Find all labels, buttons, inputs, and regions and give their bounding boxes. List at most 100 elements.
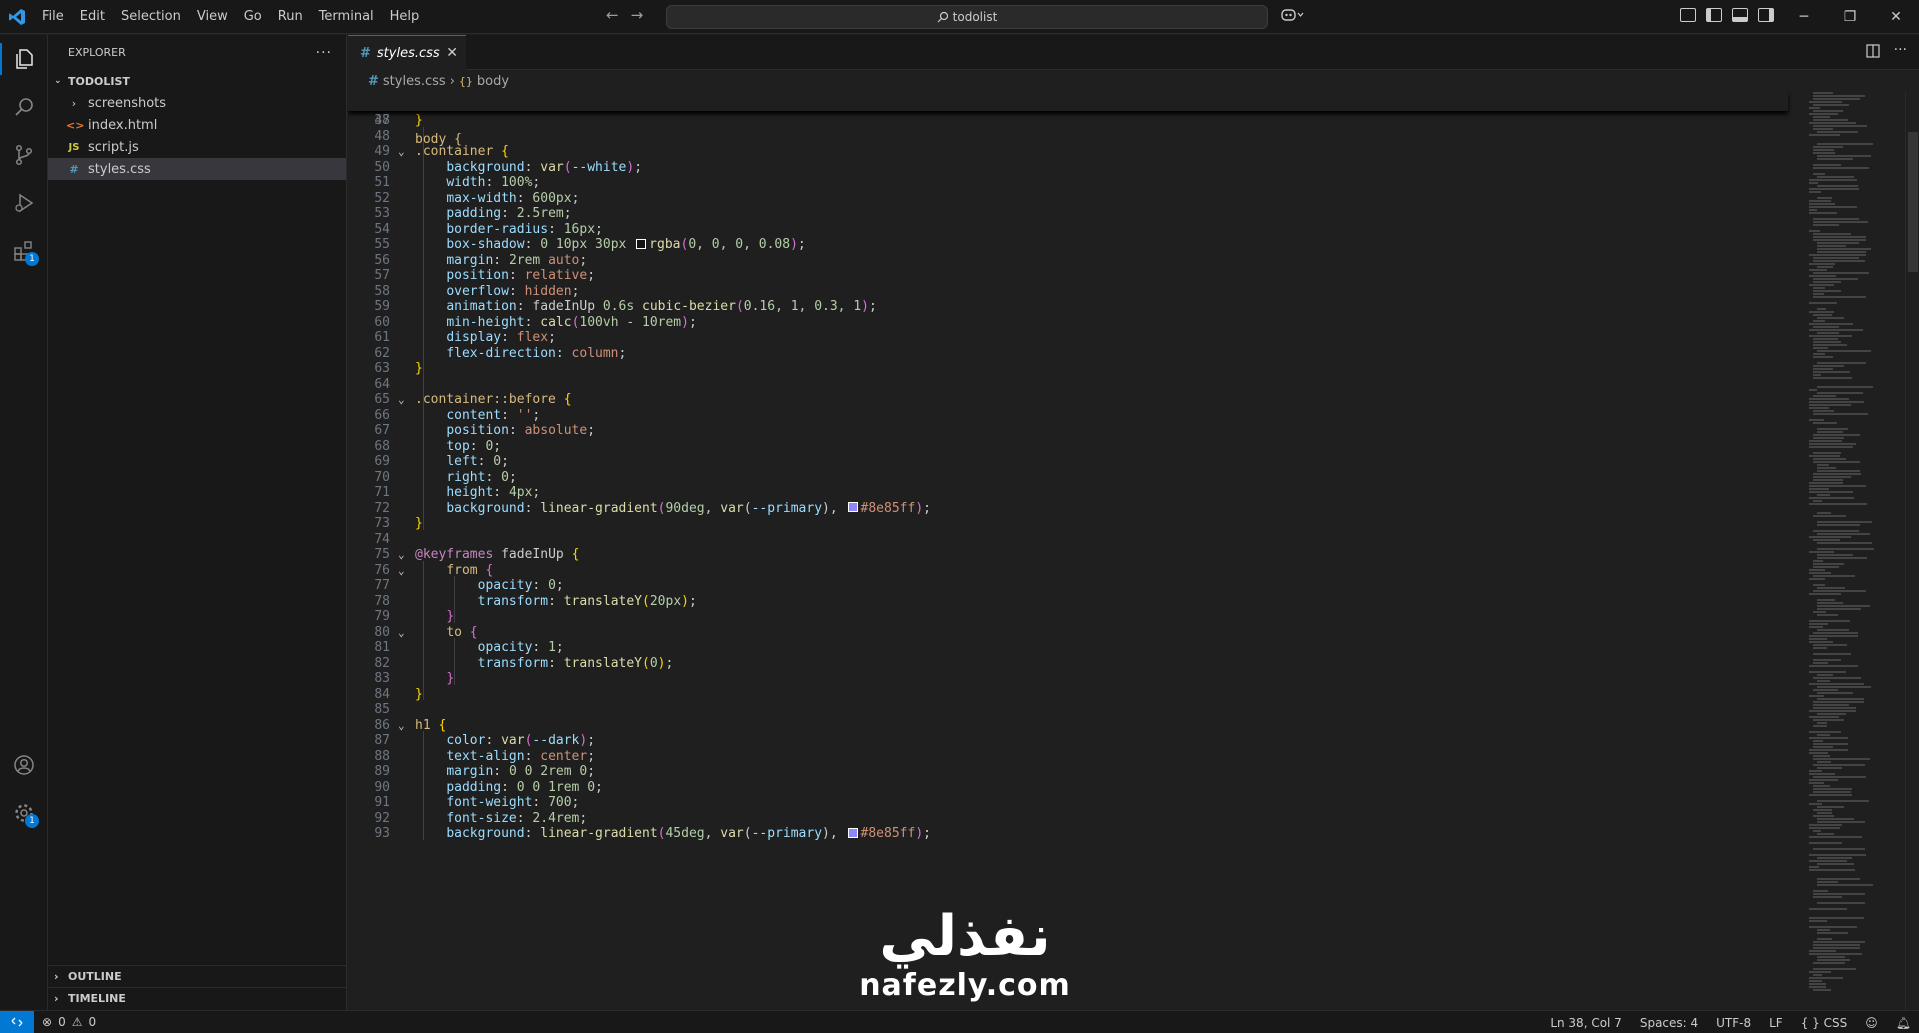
problems-indicator[interactable]: ⊗ 0 ⚠ 0 bbox=[34, 1015, 96, 1029]
minimap-line bbox=[1817, 251, 1867, 253]
outline-title: OUTLINE bbox=[68, 970, 122, 983]
source-control-icon[interactable] bbox=[0, 131, 48, 179]
minimap-line bbox=[1813, 809, 1833, 811]
minimap-line bbox=[1817, 821, 1866, 823]
tree-item-index-html[interactable]: <> index.html bbox=[48, 114, 346, 136]
minimap-line bbox=[1813, 701, 1864, 703]
language-mode[interactable]: { } CSS bbox=[1801, 1016, 1848, 1030]
minimap-line bbox=[1817, 761, 1831, 763]
indentation[interactable]: Spaces: 4 bbox=[1640, 1016, 1698, 1030]
breadcrumb-file[interactable]: styles.css bbox=[383, 74, 446, 89]
timeline-section[interactable]: › TIMELINE bbox=[48, 987, 347, 1009]
customize-layout-icon[interactable] bbox=[1680, 8, 1696, 22]
search-icon bbox=[937, 11, 948, 23]
minimap-line bbox=[1809, 107, 1820, 109]
minimap-line bbox=[1813, 149, 1835, 151]
minimap-line bbox=[1813, 539, 1841, 541]
minimap-line bbox=[1813, 785, 1831, 787]
scrollbar-thumb[interactable] bbox=[1908, 132, 1918, 272]
minimap-line bbox=[1813, 647, 1828, 649]
explorer-icon[interactable] bbox=[0, 35, 48, 83]
minimap-line bbox=[1813, 791, 1852, 793]
menu-view[interactable]: View bbox=[189, 0, 236, 34]
minimap-line bbox=[1809, 638, 1828, 640]
restore-icon[interactable]: ❐ bbox=[1827, 0, 1873, 34]
minimap-line bbox=[1809, 275, 1837, 277]
close-window-icon[interactable]: ✕ bbox=[1873, 0, 1919, 34]
accounts-icon[interactable] bbox=[0, 741, 48, 789]
tree-item-styles-css[interactable]: # styles.css bbox=[48, 158, 346, 180]
file-encoding[interactable]: UTF-8 bbox=[1716, 1016, 1751, 1030]
minimap-line bbox=[1809, 695, 1824, 697]
minimap-line bbox=[1813, 662, 1829, 664]
minimap-line bbox=[1813, 962, 1846, 964]
minimap-line bbox=[1813, 743, 1849, 745]
minimap-line bbox=[1809, 986, 1827, 988]
menu-help[interactable]: Help bbox=[382, 0, 428, 34]
minimap-line bbox=[1817, 734, 1830, 736]
breadcrumb-symbol[interactable]: body bbox=[477, 74, 509, 89]
folder-todolist[interactable]: ⌄ TODOLIST bbox=[48, 70, 346, 92]
code-line[interactable]: 93 background: linear-gradient(45deg, va… bbox=[348, 824, 1788, 843]
code-editor[interactable]: 38 body { 47} 48 49 ⌄ .container {50 backgro… bbox=[348, 92, 1919, 1010]
sticky-scroll-header[interactable]: 38 body { bbox=[348, 92, 1788, 147]
menu-edit[interactable]: Edit bbox=[72, 0, 113, 34]
notifications-bell-icon[interactable]: 🔔︎ bbox=[1896, 1016, 1911, 1030]
braces-icon: { } bbox=[1800, 1015, 1824, 1030]
menu-run[interactable]: Run bbox=[270, 0, 311, 34]
minimap-line bbox=[1817, 674, 1834, 676]
menu-file[interactable]: File bbox=[34, 0, 72, 34]
more-actions-icon[interactable]: ··· bbox=[316, 45, 332, 61]
search-view-icon[interactable] bbox=[0, 83, 48, 131]
minimap-line bbox=[1809, 731, 1841, 733]
manage-gear-icon[interactable]: 1 bbox=[0, 789, 48, 837]
minimize-icon[interactable]: ─ bbox=[1781, 0, 1827, 34]
command-center-search[interactable]: todolist bbox=[666, 5, 1268, 29]
minimap-line bbox=[1809, 749, 1848, 751]
menu-terminal[interactable]: Terminal bbox=[311, 0, 382, 34]
minimap-line bbox=[1813, 755, 1830, 757]
minimap-line bbox=[1809, 635, 1858, 637]
split-editor-icon[interactable] bbox=[1866, 44, 1880, 58]
copilot-icon[interactable] bbox=[1281, 8, 1305, 25]
minimap-line bbox=[1809, 803, 1823, 805]
vertical-scrollbar[interactable] bbox=[1905, 92, 1919, 1010]
minimap-line bbox=[1813, 815, 1834, 817]
more-editor-actions-icon[interactable]: ··· bbox=[1894, 43, 1907, 58]
forward-arrow-icon[interactable]: → bbox=[631, 6, 644, 24]
minimap-line bbox=[1817, 428, 1848, 430]
run-debug-icon[interactable] bbox=[0, 179, 48, 227]
minimap-line bbox=[1813, 989, 1832, 991]
toggle-secondary-sidebar-icon[interactable] bbox=[1758, 8, 1774, 22]
minimap-line bbox=[1809, 209, 1818, 211]
end-of-line[interactable]: LF bbox=[1769, 1016, 1783, 1030]
close-tab-icon[interactable]: ✕ bbox=[446, 45, 458, 61]
extensions-icon[interactable]: 1 bbox=[0, 227, 48, 275]
toggle-primary-sidebar-icon[interactable] bbox=[1706, 8, 1722, 22]
minimap[interactable] bbox=[1809, 92, 1905, 1010]
remote-indicator-icon[interactable] bbox=[0, 1010, 34, 1033]
explorer-title: EXPLORER bbox=[68, 46, 126, 59]
minimap-line bbox=[1809, 551, 1835, 553]
menu-go[interactable]: Go bbox=[236, 0, 270, 34]
copilot-status-icon[interactable]: ☺ bbox=[1865, 1016, 1878, 1030]
tab-styles-css[interactable]: # styles.css ✕ bbox=[348, 35, 466, 70]
minimap-line bbox=[1817, 956, 1846, 958]
minimap-line bbox=[1813, 944, 1860, 946]
toggle-panel-icon[interactable] bbox=[1732, 8, 1748, 22]
minimap-line bbox=[1809, 770, 1823, 772]
minimap-line bbox=[1809, 665, 1859, 667]
minimap-line bbox=[1813, 530, 1859, 532]
menu-selection[interactable]: Selection bbox=[113, 0, 189, 34]
back-arrow-icon[interactable]: ← bbox=[606, 6, 619, 24]
minimap-line bbox=[1813, 659, 1842, 661]
minimap-line bbox=[1817, 155, 1872, 157]
tree-item-screenshots[interactable]: › screenshots bbox=[48, 92, 346, 114]
tree-item-script-js[interactable]: JS script.js bbox=[48, 136, 346, 158]
minimap-line bbox=[1817, 533, 1870, 535]
minimap-line bbox=[1809, 311, 1835, 313]
minimap-line bbox=[1817, 932, 1849, 934]
minimap-line bbox=[1817, 521, 1873, 523]
outline-section[interactable]: › OUTLINE bbox=[48, 965, 347, 987]
cursor-position[interactable]: Ln 38, Col 7 bbox=[1550, 1016, 1622, 1030]
